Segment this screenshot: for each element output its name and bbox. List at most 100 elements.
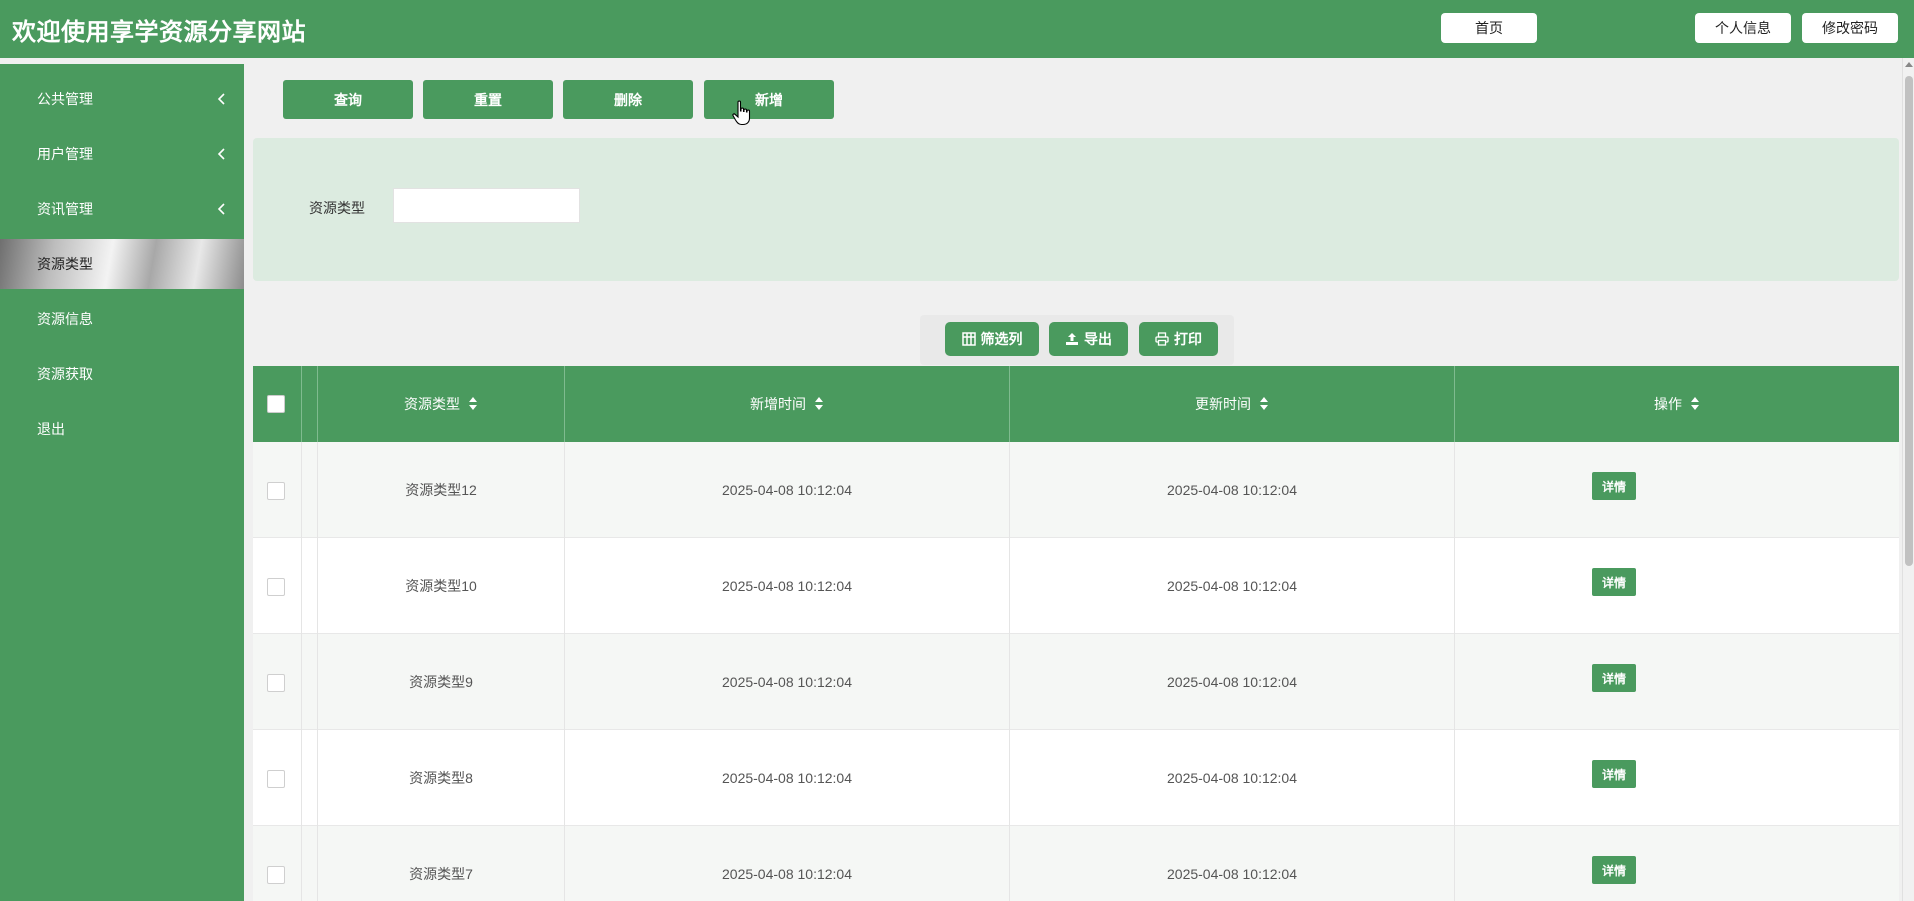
- table-row: 资源类型10 2025-04-08 10:12:04 2025-04-08 10…: [253, 538, 1899, 634]
- table-row: 资源类型12 2025-04-08 10:12:04 2025-04-08 10…: [253, 442, 1899, 538]
- column-label: 更新时间: [1195, 396, 1251, 412]
- scroll-up-arrow-icon[interactable]: [1905, 62, 1913, 67]
- sidebar-item-user-management[interactable]: 用户管理: [0, 129, 244, 179]
- reset-button[interactable]: 重置: [423, 80, 553, 119]
- filter-columns-button[interactable]: 筛选列: [945, 322, 1039, 356]
- columns-icon: [961, 332, 976, 346]
- resource-type-search-input[interactable]: [393, 188, 580, 223]
- row-index-cell: [302, 442, 318, 538]
- cell-updated-time: 2025-04-08 10:12:04: [1010, 826, 1455, 901]
- row-index-cell: [302, 730, 318, 826]
- printer-icon: [1155, 332, 1169, 346]
- sort-icon[interactable]: [814, 397, 824, 411]
- chevron-left-icon: [217, 203, 225, 215]
- scrollbar-thumb[interactable]: [1905, 76, 1913, 566]
- sidebar-item-public-management[interactable]: 公共管理: [0, 74, 244, 124]
- column-header-resource-type[interactable]: 资源类型: [318, 366, 565, 442]
- cell-resource-type: 资源类型10: [318, 538, 565, 634]
- sidebar-item-label: 资源信息: [37, 311, 93, 327]
- sidebar-item-label: 公共管理: [37, 91, 93, 107]
- column-header-updated-time[interactable]: 更新时间: [1010, 366, 1455, 442]
- sidebar-item-news-management[interactable]: 资讯管理: [0, 184, 244, 234]
- header-index-cell: [302, 366, 318, 442]
- add-button[interactable]: 新增: [704, 80, 834, 119]
- vertical-scrollbar[interactable]: [1902, 58, 1914, 901]
- table-row: 资源类型8 2025-04-08 10:12:04 2025-04-08 10:…: [253, 730, 1899, 826]
- search-label: 资源类型: [309, 200, 365, 216]
- cell-created-time: 2025-04-08 10:12:04: [565, 634, 1010, 730]
- sort-icon[interactable]: [1259, 397, 1269, 411]
- sidebar-item-label: 用户管理: [37, 146, 93, 162]
- site-title: 欢迎使用享学资源分享网站: [12, 19, 306, 46]
- detail-button[interactable]: 详情: [1592, 568, 1636, 596]
- cell-resource-type: 资源类型12: [318, 442, 565, 538]
- cell-updated-time: 2025-04-08 10:12:04: [1010, 730, 1455, 826]
- table-row: 资源类型9 2025-04-08 10:12:04 2025-04-08 10:…: [253, 634, 1899, 730]
- row-index-cell: [302, 634, 318, 730]
- sidebar-item-resource-acquire[interactable]: 资源获取: [0, 349, 244, 399]
- change-password-button[interactable]: 修改密码: [1802, 13, 1898, 43]
- row-index-cell: [302, 538, 318, 634]
- column-label: 资源类型: [404, 396, 460, 412]
- export-icon: [1066, 333, 1078, 345]
- row-checkbox[interactable]: [267, 578, 285, 596]
- query-button[interactable]: 查询: [283, 80, 413, 119]
- header-checkbox-cell: [253, 366, 302, 442]
- row-checkbox-cell: [253, 730, 302, 826]
- sidebar: 公共管理 用户管理 资讯管理 资源类型 资源信息 资源获取 退出: [0, 64, 244, 901]
- detail-button[interactable]: 详情: [1592, 472, 1636, 500]
- cell-created-time: 2025-04-08 10:12:04: [565, 538, 1010, 634]
- row-checkbox-cell: [253, 442, 302, 538]
- search-panel: 资源类型: [253, 138, 1899, 281]
- delete-button[interactable]: 删除: [563, 80, 693, 119]
- column-label: 操作: [1654, 396, 1682, 412]
- cell-created-time: 2025-04-08 10:12:04: [565, 442, 1010, 538]
- column-header-actions[interactable]: 操作: [1455, 366, 1899, 442]
- chevron-left-icon: [217, 93, 225, 105]
- cell-created-time: 2025-04-08 10:12:04: [565, 730, 1010, 826]
- sidebar-item-label: 资源获取: [37, 366, 93, 382]
- column-header-created-time[interactable]: 新增时间: [565, 366, 1010, 442]
- sidebar-item-resource-type[interactable]: 资源类型: [0, 239, 244, 289]
- print-label: 打印: [1174, 331, 1202, 347]
- sidebar-item-resource-info[interactable]: 资源信息: [0, 294, 244, 344]
- top-header: 欢迎使用享学资源分享网站 首页 个人信息 修改密码: [0, 0, 1914, 58]
- detail-button[interactable]: 详情: [1592, 664, 1636, 692]
- row-checkbox-cell: [253, 634, 302, 730]
- sidebar-item-label: 资讯管理: [37, 201, 93, 217]
- detail-button[interactable]: 详情: [1592, 856, 1636, 884]
- row-checkbox[interactable]: [267, 866, 285, 884]
- cell-updated-time: 2025-04-08 10:12:04: [1010, 634, 1455, 730]
- sort-icon[interactable]: [468, 397, 478, 411]
- main-content: 查询 重置 删除 新增 资源类型 筛选列 导出 打印 资源类型 新增时间 更新时…: [244, 58, 1902, 901]
- cell-resource-type: 资源类型9: [318, 634, 565, 730]
- column-label: 新增时间: [750, 396, 806, 412]
- detail-button[interactable]: 详情: [1592, 760, 1636, 788]
- hand-cursor-icon: [732, 100, 751, 126]
- table-header: 资源类型 新增时间 更新时间 操作: [253, 366, 1899, 442]
- cell-updated-time: 2025-04-08 10:12:04: [1010, 442, 1455, 538]
- row-checkbox[interactable]: [267, 674, 285, 692]
- row-checkbox-cell: [253, 826, 302, 901]
- cell-updated-time: 2025-04-08 10:12:04: [1010, 538, 1455, 634]
- sidebar-item-label: 资源类型: [37, 256, 93, 272]
- export-label: 导出: [1084, 331, 1112, 347]
- sort-icon[interactable]: [1690, 397, 1700, 411]
- chevron-left-icon: [217, 148, 225, 160]
- profile-button[interactable]: 个人信息: [1695, 13, 1791, 43]
- cell-created-time: 2025-04-08 10:12:04: [565, 826, 1010, 901]
- row-checkbox-cell: [253, 538, 302, 634]
- filter-columns-label: 筛选列: [980, 331, 1023, 347]
- row-checkbox[interactable]: [267, 770, 285, 788]
- sidebar-item-label: 退出: [37, 421, 65, 437]
- print-button[interactable]: 打印: [1139, 322, 1218, 356]
- table-row: 资源类型7 2025-04-08 10:12:04 2025-04-08 10:…: [253, 826, 1899, 901]
- row-index-cell: [302, 826, 318, 901]
- export-button[interactable]: 导出: [1049, 322, 1128, 356]
- cell-resource-type: 资源类型7: [318, 826, 565, 901]
- row-checkbox[interactable]: [267, 482, 285, 500]
- home-button[interactable]: 首页: [1441, 13, 1537, 43]
- sidebar-item-logout[interactable]: 退出: [0, 404, 244, 454]
- cell-resource-type: 资源类型8: [318, 730, 565, 826]
- select-all-checkbox[interactable]: [267, 395, 285, 413]
